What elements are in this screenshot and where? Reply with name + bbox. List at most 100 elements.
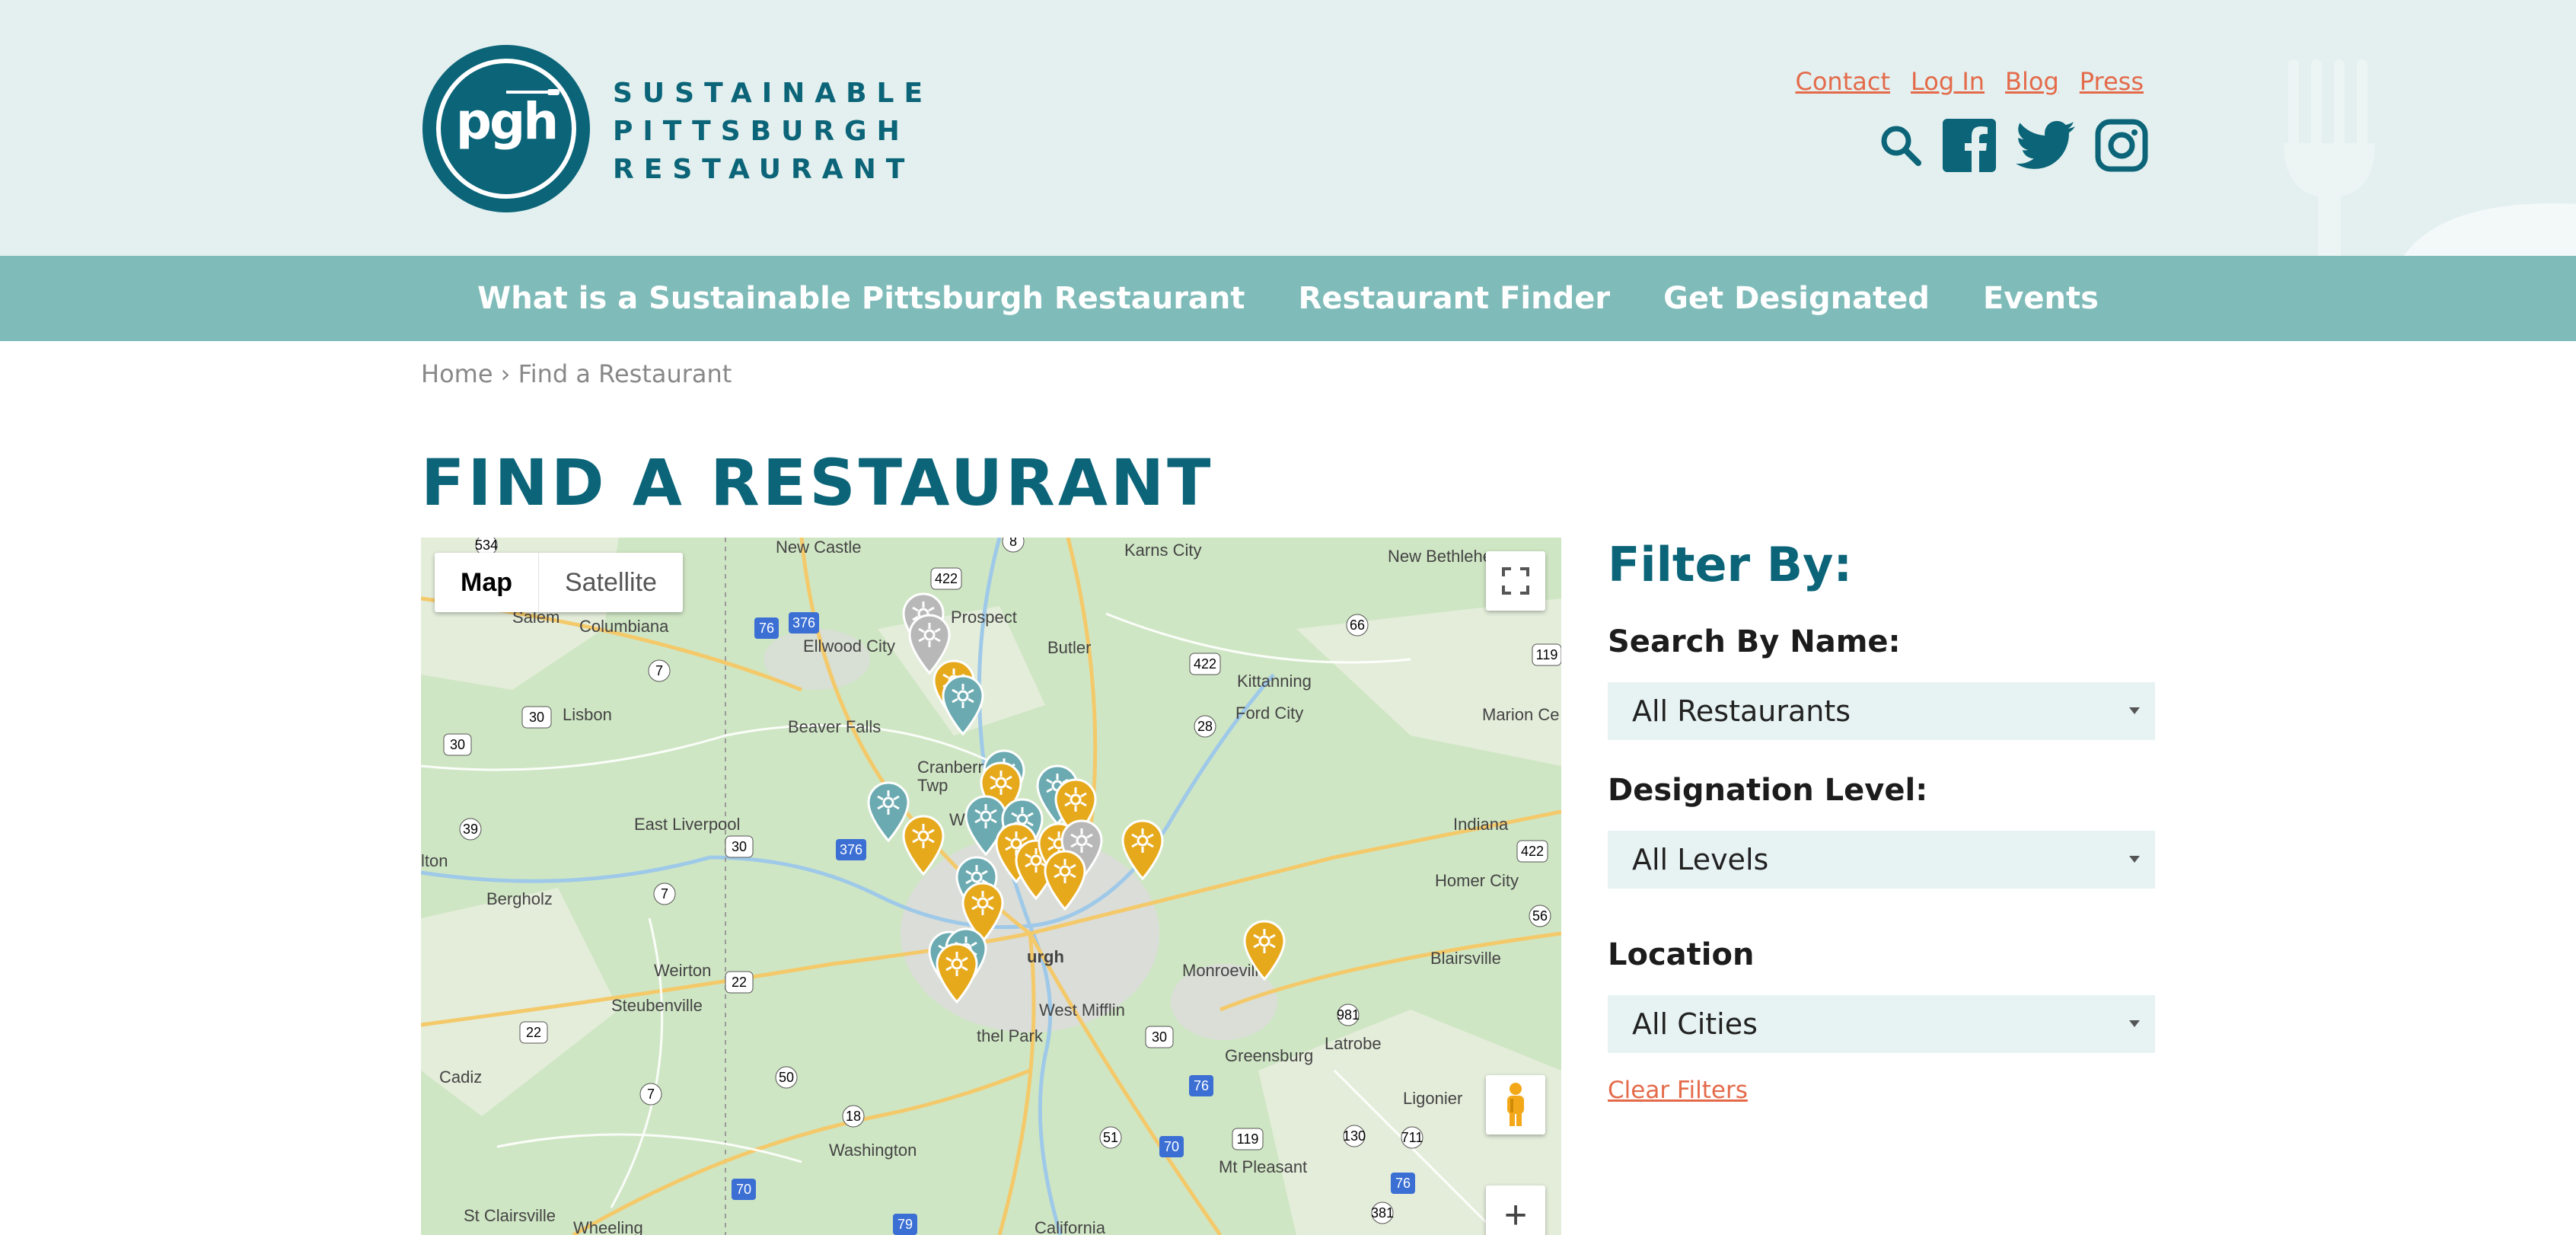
svg-text:376: 376 xyxy=(792,615,815,630)
place-label: thel Park xyxy=(977,1026,1043,1045)
press-link[interactable]: Press xyxy=(2080,67,2144,96)
place-label: Greensburg xyxy=(1225,1046,1314,1065)
place-label: Cadiz xyxy=(439,1067,483,1087)
svg-text:70: 70 xyxy=(736,1182,751,1197)
place-label: Columbiana xyxy=(579,617,669,636)
svg-text:22: 22 xyxy=(526,1025,541,1040)
restaurant-pin-gold[interactable] xyxy=(934,943,980,1004)
svg-text:18: 18 xyxy=(846,1109,861,1124)
nav-get-designated[interactable]: Get Designated xyxy=(1663,281,1930,316)
svg-text:119: 119 xyxy=(1237,1131,1259,1147)
breadcrumb-separator: › xyxy=(500,359,511,388)
facebook-icon[interactable] xyxy=(1943,119,1996,176)
svg-text:381: 381 xyxy=(1371,1205,1394,1221)
place-label: Marion Ce xyxy=(1482,705,1560,724)
place-label: Ford City xyxy=(1235,704,1304,723)
designation-level-value: All Levels xyxy=(1632,843,1769,876)
brand-name[interactable]: SUSTAINABLE PITTSBURGH RESTAURANT xyxy=(613,75,933,189)
place-label: Prospect xyxy=(951,608,1017,627)
svg-text:119: 119 xyxy=(1536,647,1558,662)
place-label: Ligonier xyxy=(1403,1089,1463,1108)
place-label: lton xyxy=(421,851,448,870)
logo[interactable]: pgh xyxy=(422,45,590,212)
caret-down-icon xyxy=(2129,856,2140,863)
clear-filters-link[interactable]: Clear Filters xyxy=(1608,1077,1748,1104)
place-label: St Clairsville xyxy=(464,1206,556,1225)
contact-link[interactable]: Contact xyxy=(1796,67,1891,96)
map-type-control: Map Satellite xyxy=(435,553,683,612)
svg-text:51: 51 xyxy=(1103,1130,1118,1145)
restaurant-name-value: All Restaurants xyxy=(1632,694,1851,728)
place-label: California xyxy=(1035,1218,1105,1235)
fork-icon xyxy=(506,89,560,95)
place-label: Beaver Falls xyxy=(788,717,882,736)
place-label: West Mifflin xyxy=(1039,1000,1125,1020)
page-title: FIND A RESTAURANT xyxy=(421,445,1214,520)
svg-text:50: 50 xyxy=(779,1070,794,1085)
restaurant-map[interactable]: 534 8 422 76 376 422 66 119 7 30 28 30 3… xyxy=(421,538,1561,1235)
svg-text:422: 422 xyxy=(1521,844,1544,859)
svg-text:76: 76 xyxy=(1395,1176,1411,1191)
restaurant-pin-gold[interactable] xyxy=(901,815,946,876)
login-link[interactable]: Log In xyxy=(1911,67,1985,96)
restaurant-pin-teal[interactable] xyxy=(940,675,986,736)
place-label: Mt Pleasant xyxy=(1219,1157,1308,1176)
svg-text:981: 981 xyxy=(1337,1007,1360,1023)
designation-level-label: Designation Level: xyxy=(1608,773,1928,808)
main-nav: What is a Sustainable Pittsburgh Restaur… xyxy=(0,256,2576,341)
search-icon[interactable] xyxy=(1879,123,1923,171)
svg-text:30: 30 xyxy=(529,710,544,725)
svg-text:711: 711 xyxy=(1401,1130,1423,1145)
nav-what-is[interactable]: What is a Sustainable Pittsburgh Restaur… xyxy=(477,281,1245,316)
place-label: Karns City xyxy=(1124,541,1202,560)
place-label: urgh xyxy=(1027,947,1064,966)
svg-text:30: 30 xyxy=(732,839,747,854)
svg-text:76: 76 xyxy=(759,621,774,636)
place-label: Butler xyxy=(1047,638,1092,657)
breadcrumb-home[interactable]: Home xyxy=(421,359,493,388)
site-header: pgh SUSTAINABLE PITTSBURGH RESTAURANT Co… xyxy=(0,0,2576,256)
breadcrumb: Home › Find a Restaurant xyxy=(421,359,732,388)
social-icons xyxy=(1879,119,2148,176)
blog-link[interactable]: Blog xyxy=(2005,67,2059,96)
svg-text:30: 30 xyxy=(1152,1029,1167,1045)
restaurant-pin-gold[interactable] xyxy=(1120,819,1165,880)
svg-text:22: 22 xyxy=(732,975,747,990)
zoom-in-button[interactable]: + xyxy=(1486,1186,1545,1235)
brand-line-3: RESTAURANT xyxy=(613,154,915,185)
place-label: Steubenville xyxy=(611,996,703,1015)
svg-text:76: 76 xyxy=(1194,1078,1209,1093)
leaf-watermark-icon xyxy=(2403,203,2576,256)
instagram-icon[interactable] xyxy=(2095,119,2148,176)
svg-text:7: 7 xyxy=(655,663,663,678)
place-label: Cranberry Twp xyxy=(917,758,992,795)
place-label: Kittanning xyxy=(1237,672,1312,691)
designation-level-select[interactable]: All Levels xyxy=(1608,831,2155,889)
street-view-button[interactable] xyxy=(1486,1075,1545,1134)
svg-text:79: 79 xyxy=(897,1217,913,1232)
place-label: Weirton xyxy=(654,961,712,980)
logo-text: pgh xyxy=(455,92,559,151)
place-label: Ellwood City xyxy=(803,637,896,656)
svg-text:28: 28 xyxy=(1197,719,1213,734)
nav-restaurant-finder[interactable]: Restaurant Finder xyxy=(1299,281,1611,316)
location-label: Location xyxy=(1608,937,1755,972)
twitter-icon[interactable] xyxy=(2016,120,2075,174)
svg-text:130: 130 xyxy=(1343,1128,1366,1144)
place-label: Wheeling xyxy=(573,1218,643,1235)
restaurant-pin-gold[interactable] xyxy=(1242,920,1287,981)
place-label: Lisbon xyxy=(563,705,612,724)
nav-events[interactable]: Events xyxy=(1983,281,2099,316)
place-label: Blairsville xyxy=(1430,949,1501,968)
brand-line-1: SUSTAINABLE xyxy=(613,78,933,109)
location-select[interactable]: All Cities xyxy=(1608,995,2155,1053)
map-type-map-button[interactable]: Map xyxy=(435,553,538,612)
fullscreen-button[interactable] xyxy=(1486,551,1545,611)
restaurant-pin-gold[interactable] xyxy=(1042,850,1088,911)
svg-text:376: 376 xyxy=(840,842,862,857)
map-type-satellite-button[interactable]: Satellite xyxy=(538,553,683,612)
restaurant-name-select[interactable]: All Restaurants xyxy=(1608,682,2155,740)
svg-text:422: 422 xyxy=(935,571,958,586)
place-label: Bergholz xyxy=(486,889,553,908)
svg-text:7: 7 xyxy=(661,886,668,902)
